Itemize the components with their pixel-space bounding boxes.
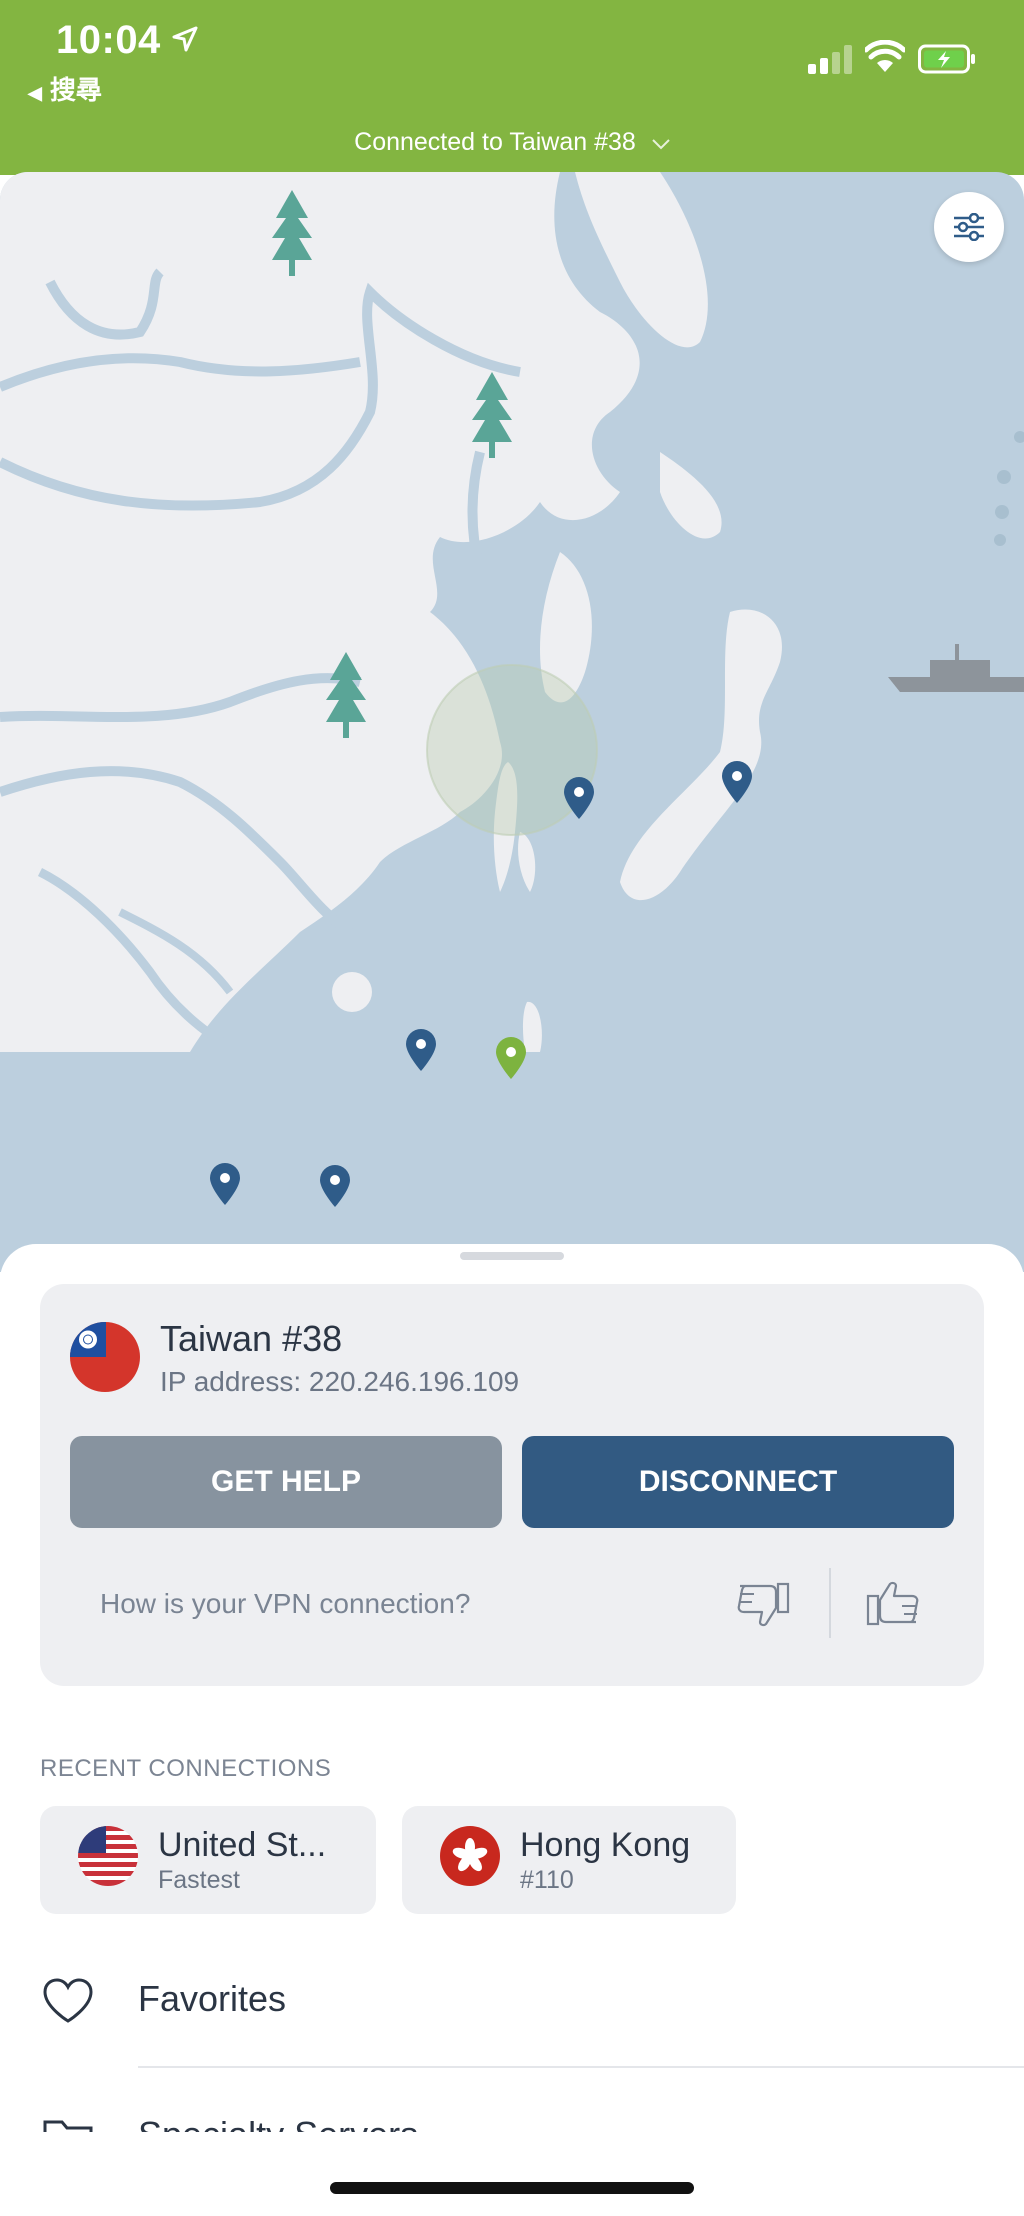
status-time: 10:04 [56, 18, 161, 62]
map-landmass [0, 172, 1024, 1057]
us-flag-icon [78, 1826, 138, 1886]
connection-status-dropdown[interactable]: Connected to Taiwan #38 [0, 128, 1024, 157]
disconnect-button[interactable]: DISCONNECT [522, 1436, 954, 1528]
chevron-down-icon [652, 139, 670, 150]
connection-title: Connected to Taiwan #38 [354, 128, 636, 156]
sliders-icon [954, 213, 984, 241]
battery-charging-icon [918, 44, 975, 74]
back-triangle-icon: ◀ [28, 83, 42, 103]
feedback-divider [829, 1568, 831, 1638]
server-pin[interactable] [720, 760, 754, 804]
get-help-label: GET HELP [210, 1465, 361, 1498]
server-pin[interactable] [404, 1028, 438, 1072]
menu-item-label: Specialty Servers [138, 2114, 418, 2132]
location-arrow-icon [172, 26, 198, 52]
get-help-button[interactable]: GET HELP [70, 1436, 502, 1528]
server-pin[interactable] [318, 1164, 352, 1208]
menu-divider [138, 2066, 1024, 2068]
connected-server-pin[interactable] [494, 1036, 528, 1080]
feedback-question: How is your VPN connection? [100, 1588, 471, 1619]
taiwan-flag-icon [70, 1322, 140, 1392]
recent-connections-heading: RECENT CONNECTIONS [40, 1755, 332, 1782]
menu-item-label: Favorites [138, 1978, 287, 2019]
home-indicator [330, 2182, 694, 2194]
recent-item-subtitle: Fastest [158, 1866, 240, 1894]
signal-bars-icon [808, 45, 852, 74]
recent-item-title: United St... [158, 1826, 327, 1864]
specialty-servers-row[interactable]: Specialty Servers [0, 2100, 1024, 2132]
heart-icon [43, 1978, 93, 2023]
hong-kong-flag-icon [440, 1826, 500, 1886]
thumbs-up-icon[interactable] [862, 1574, 922, 1634]
ship-decoration [888, 644, 1024, 692]
server-pin[interactable] [562, 776, 596, 820]
sheet-grabber[interactable] [460, 1252, 564, 1260]
wifi-icon [865, 40, 905, 72]
server-pin[interactable] [208, 1162, 242, 1206]
server-map[interactable] [0, 172, 1024, 1272]
back-label: 搜尋 [49, 75, 102, 105]
filter-button[interactable] [934, 192, 1004, 262]
back-to-search-link[interactable]: ◀ 搜尋 [28, 70, 102, 107]
recent-item-subtitle: #110 [520, 1866, 574, 1894]
disconnect-label: DISCONNECT [638, 1465, 838, 1498]
thumbs-down-icon[interactable] [734, 1574, 794, 1634]
ip-address: IP address: 220.246.196.109 [160, 1366, 520, 1397]
server-name: Taiwan #38 [160, 1318, 343, 1359]
folder-icon [43, 2120, 93, 2132]
recent-item-title: Hong Kong [520, 1826, 691, 1864]
